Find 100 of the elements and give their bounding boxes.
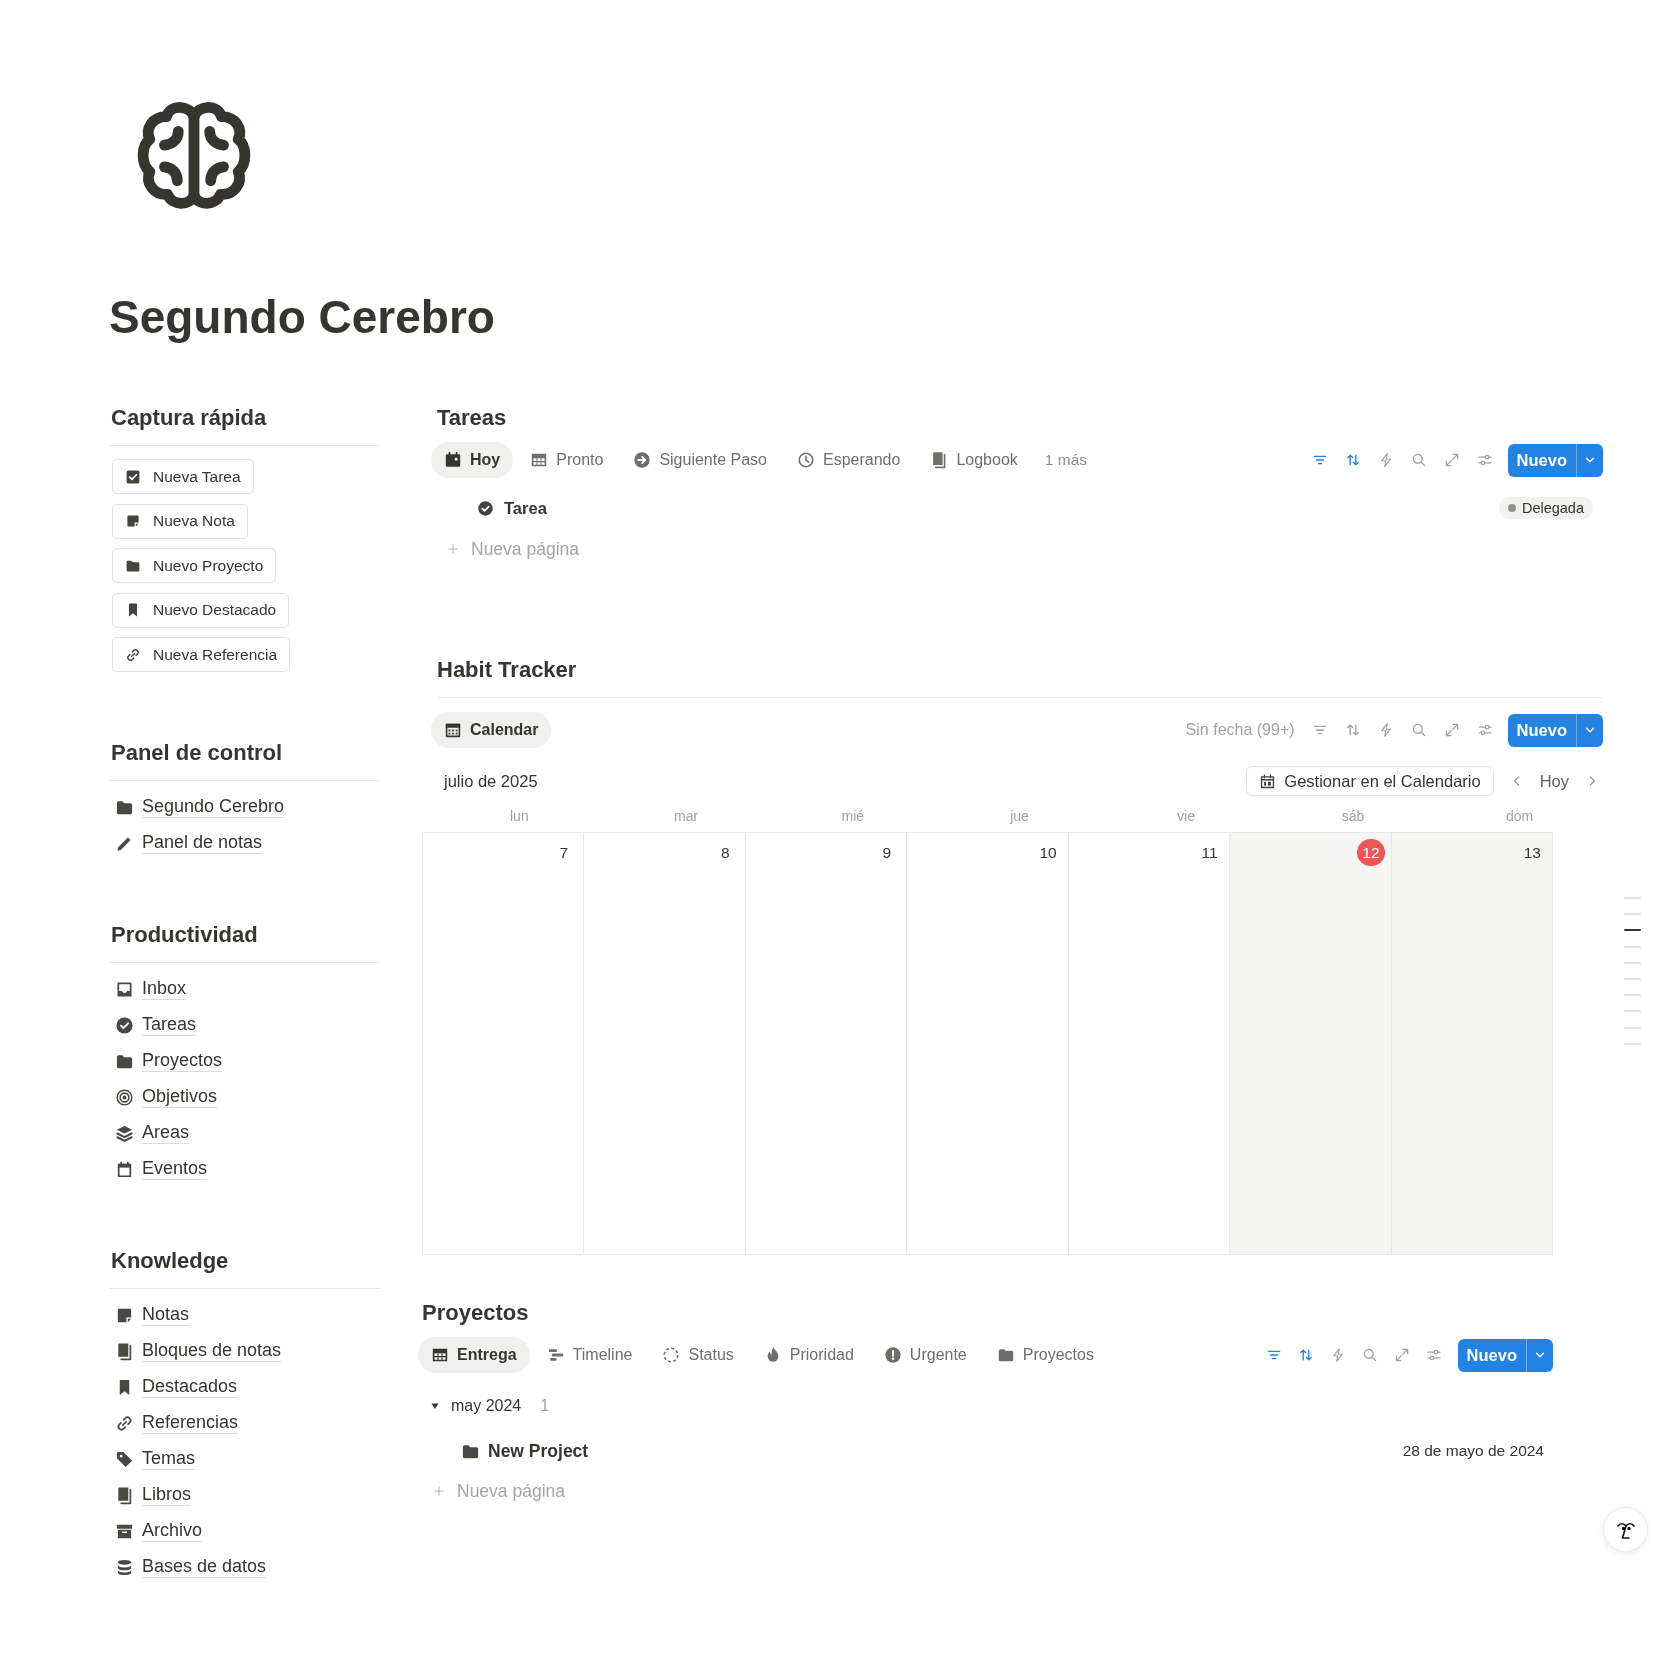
target-icon: [115, 1087, 134, 1107]
view-tab[interactable]: Proyectos: [983, 1337, 1107, 1373]
section-heading: Productividad: [111, 921, 258, 949]
outline-marker[interactable]: [1624, 929, 1641, 932]
page-link[interactable]: Objetivos: [115, 1079, 218, 1115]
layers-icon: [115, 1123, 134, 1143]
page-link[interactable]: Proyectos: [115, 1043, 223, 1079]
page-link[interactable]: Inbox: [115, 971, 187, 1007]
sort-icon[interactable]: [1344, 452, 1361, 468]
new-button[interactable]: Nuevo: [1507, 443, 1576, 477]
view-tab[interactable]: Hoy: [431, 442, 514, 478]
new-button[interactable]: Nuevo: [1457, 1338, 1526, 1372]
search-icon[interactable]: [1361, 1347, 1378, 1363]
new-button[interactable]: Nuevo: [1507, 713, 1576, 747]
page-link[interactable]: Segundo Cerebro: [115, 789, 285, 825]
calendar-day-cell[interactable]: 11: [1068, 833, 1231, 1255]
view-tab[interactable]: Pronto: [517, 442, 617, 478]
outline-marker[interactable]: [1624, 897, 1641, 899]
new-options-button[interactable]: [1576, 713, 1603, 747]
quick-add-button[interactable]: Nuevo Destacado: [112, 592, 290, 628]
outline-marker[interactable]: [1624, 961, 1641, 964]
calendar-day-cell[interactable]: 10: [907, 833, 1069, 1255]
month-label: julio de 2025: [444, 771, 538, 791]
outline-marker[interactable]: [1624, 945, 1641, 948]
new-options-button[interactable]: [1526, 1338, 1553, 1372]
view-tab[interactable]: Logbook: [917, 442, 1031, 478]
project-title[interactable]: New Project: [488, 1440, 589, 1462]
manage-calendar-button[interactable]: Gestionar en el Calendario: [1246, 766, 1494, 796]
view-tab[interactable]: Siguiente Paso: [620, 442, 780, 478]
sort-icon[interactable]: [1297, 1347, 1314, 1363]
page-link[interactable]: Destacados: [115, 1369, 238, 1405]
page-link[interactable]: Referencias: [115, 1405, 239, 1441]
assistant-button[interactable]: [1603, 1507, 1648, 1552]
weekday-label: lun: [510, 808, 529, 824]
quick-add-button[interactable]: Nueva Referencia: [112, 637, 291, 672]
plus-icon: [447, 543, 459, 555]
weekday-label: mié: [841, 808, 865, 824]
day-number: 7: [558, 842, 570, 863]
view-tab[interactable]: Status: [649, 1337, 747, 1373]
sliders-icon[interactable]: [1425, 1347, 1442, 1363]
sliders-icon[interactable]: [1476, 722, 1493, 738]
task-title[interactable]: Tarea: [504, 498, 547, 518]
search-icon[interactable]: [1410, 722, 1427, 738]
view-tab[interactable]: Urgente: [870, 1337, 980, 1373]
link-icon: [115, 1413, 134, 1433]
outline-marker[interactable]: [1624, 1042, 1641, 1045]
day-number: 13: [1522, 842, 1542, 863]
exclamation-circle-icon: [883, 1346, 902, 1364]
expand-icon[interactable]: [1393, 1347, 1410, 1363]
outline-marker[interactable]: [1624, 1026, 1641, 1029]
view-tab[interactable]: Calendar: [431, 712, 552, 748]
new-options-button[interactable]: [1576, 443, 1603, 477]
day-number: 11: [1200, 842, 1219, 863]
calendar-day-cell[interactable]: 7: [423, 833, 585, 1255]
calendar-icon: [530, 451, 549, 469]
page-link[interactable]: Panel de notas: [115, 825, 263, 861]
section-heading: Captura rápida: [111, 404, 267, 432]
section-heading: Habit Tracker: [437, 656, 577, 684]
page-link[interactable]: Archivo: [115, 1513, 203, 1549]
calendar-icon: [431, 1346, 449, 1364]
expand-icon[interactable]: [1443, 722, 1460, 738]
view-tab[interactable]: Entrega: [418, 1337, 530, 1373]
calendar-day-cell[interactable]: 13: [1391, 833, 1553, 1255]
sort-icon[interactable]: [1344, 722, 1361, 738]
group-count: 1: [540, 1397, 550, 1415]
calendar-day-cell[interactable]: 9: [745, 833, 908, 1255]
search-icon[interactable]: [1410, 452, 1427, 468]
outline-marker[interactable]: [1624, 1010, 1641, 1013]
inbox-tray-icon: [115, 979, 134, 999]
page-link[interactable]: Bloques de notas: [115, 1333, 282, 1369]
section-heading: Tareas: [437, 404, 507, 432]
page-link[interactable]: Notas: [115, 1297, 190, 1333]
expand-icon[interactable]: [1443, 452, 1460, 468]
sliders-icon[interactable]: [1476, 452, 1493, 468]
quick-add-button[interactable]: Nueva Tarea: [112, 459, 254, 494]
caret-down-icon[interactable]: [430, 1401, 440, 1411]
calendar-day-cell[interactable]: 8: [584, 833, 746, 1255]
page-link[interactable]: Bases de datos: [115, 1549, 267, 1585]
note-icon: [125, 513, 141, 529]
page-link[interactable]: Libros: [115, 1477, 192, 1513]
page-link[interactable]: Temas: [115, 1441, 195, 1477]
view-tab[interactable]: Timeline: [533, 1337, 646, 1373]
weekday-label: vie: [1177, 808, 1196, 824]
page-link[interactable]: Areas: [115, 1115, 190, 1151]
today-button[interactable]: Hoy: [1539, 771, 1569, 791]
section-heading: Panel de control: [111, 739, 283, 767]
clock-icon: [797, 451, 815, 469]
page-link[interactable]: Eventos: [115, 1151, 208, 1187]
page-link[interactable]: Tareas: [115, 1007, 197, 1043]
outline-marker[interactable]: [1624, 994, 1641, 997]
view-tab[interactable]: Prioridad: [750, 1337, 867, 1373]
day-number: 10: [1038, 842, 1058, 863]
quick-add-button[interactable]: Nuevo Proyecto: [112, 548, 277, 583]
outline-marker[interactable]: [1624, 977, 1641, 980]
outline-marker[interactable]: [1624, 913, 1641, 916]
tag-icon: [115, 1449, 134, 1469]
plus-icon: [433, 1485, 445, 1497]
view-tab[interactable]: Esperando: [784, 442, 914, 478]
section-heading: Proyectos: [422, 1299, 529, 1327]
quick-add-button[interactable]: Nueva Nota: [112, 503, 248, 539]
